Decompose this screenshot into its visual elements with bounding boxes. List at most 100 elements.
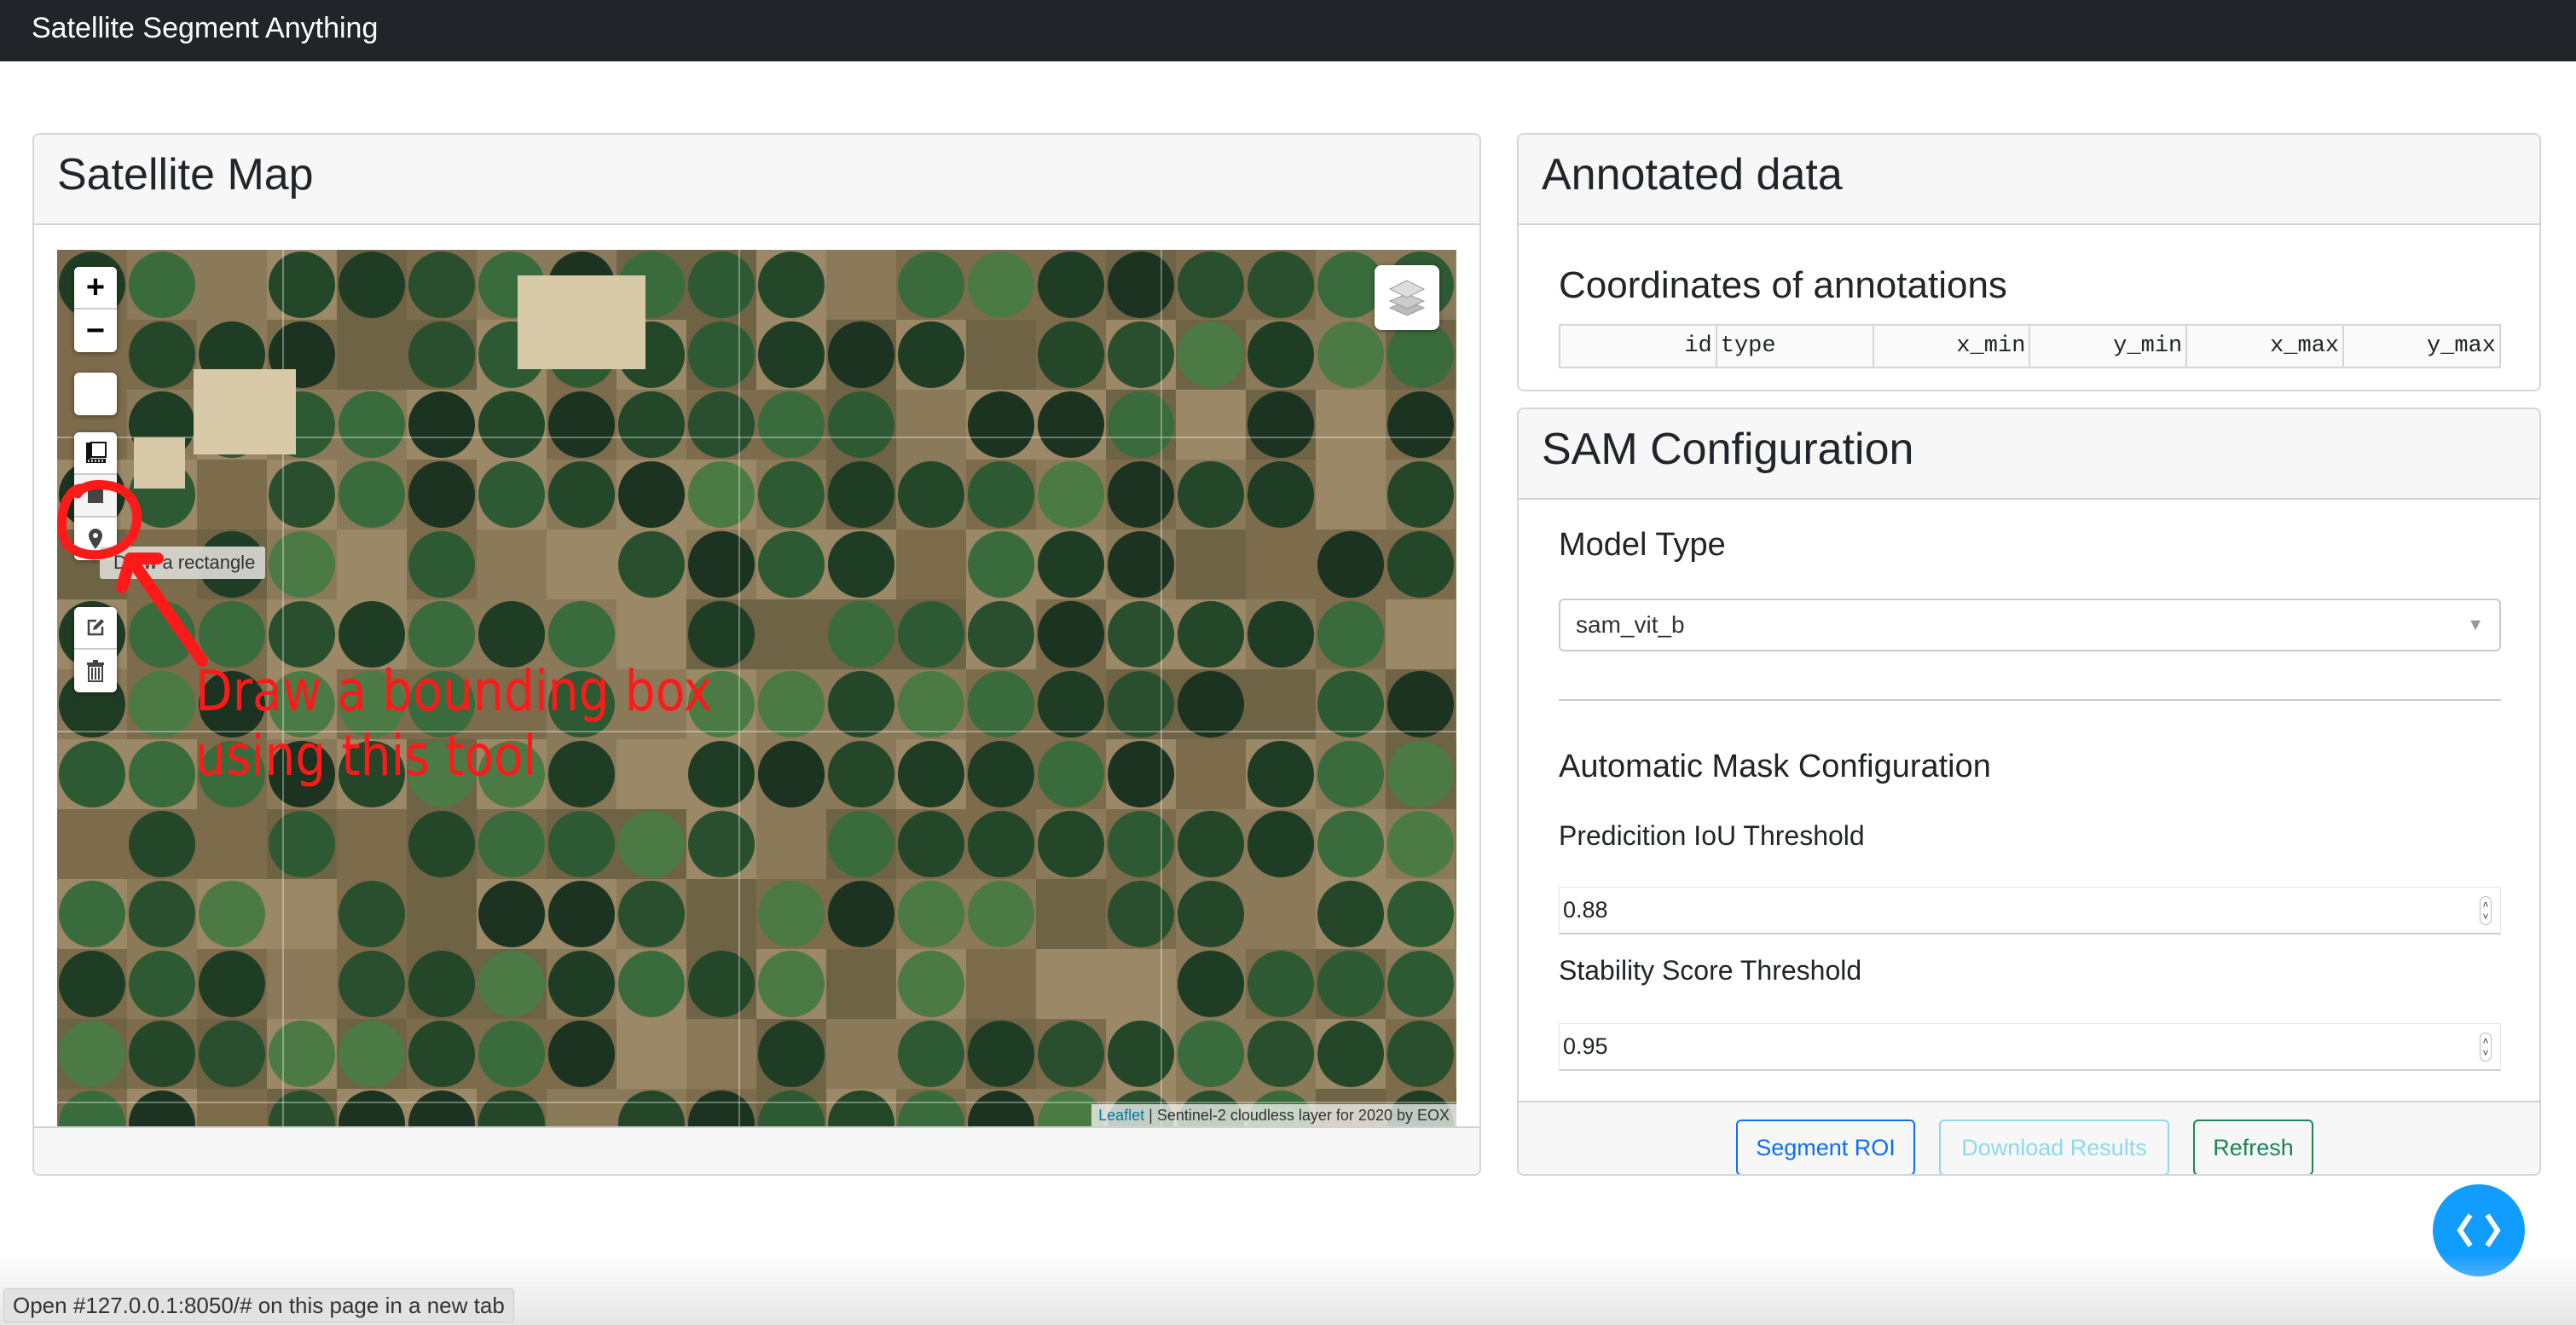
terrain-field <box>896 390 966 460</box>
terrain-field <box>267 949 337 1019</box>
pivot-field <box>968 252 1034 318</box>
pivot-field <box>618 951 685 1017</box>
layers-icon <box>1388 280 1426 316</box>
pivot-field <box>828 601 894 668</box>
col-x-min[interactable]: x_min <box>1872 324 2031 368</box>
facility-area <box>194 369 296 454</box>
terrain-field <box>1386 599 1456 669</box>
code-brackets-icon <box>2457 1213 2501 1247</box>
zoom-in-button[interactable]: + <box>74 267 117 310</box>
pivot-field <box>339 252 405 318</box>
pivot-field <box>968 741 1034 807</box>
pivot-field <box>1108 671 1174 738</box>
pivot-field <box>129 881 195 947</box>
measure-button[interactable] <box>74 432 117 475</box>
pivot-field <box>1178 811 1244 877</box>
col-type[interactable]: type <box>1715 324 1874 368</box>
pivot-field <box>59 1021 125 1087</box>
refresh-button[interactable]: Refresh <box>2193 1120 2313 1174</box>
pivot-field <box>1317 671 1384 738</box>
pivot-field <box>408 811 475 877</box>
col-y-max[interactable]: y_max <box>2342 324 2501 368</box>
terrain-field <box>826 250 896 320</box>
pivot-field <box>1108 531 1174 598</box>
pivot-field <box>129 252 195 318</box>
terrain-field <box>686 1019 756 1089</box>
terrain-field <box>1106 949 1176 1019</box>
terrain-field <box>407 879 477 949</box>
terrain-field <box>267 879 337 949</box>
minus-icon: − <box>85 312 106 349</box>
divider <box>1559 699 2501 701</box>
pivot-field <box>1247 321 1314 388</box>
pivot-field <box>618 461 685 528</box>
stability-threshold-input[interactable]: 0.95 ˄ ˅ <box>1559 1023 2501 1071</box>
model-type-select[interactable]: sam_vit_b ▼ <box>1559 599 2501 651</box>
pivot-field <box>968 461 1034 528</box>
pivot-field <box>968 1021 1034 1087</box>
col-y-min[interactable]: y_min <box>2029 324 2188 368</box>
pivot-field <box>1387 741 1454 807</box>
terrain-field <box>1316 460 1386 529</box>
map-attribution: Leaflet | Sentinel-2 cloudless layer for… <box>1091 1104 1456 1127</box>
pivot-field <box>478 951 545 1017</box>
col-id[interactable]: id <box>1559 324 1717 368</box>
layers-control-button[interactable] <box>1375 265 1439 330</box>
facility-area <box>518 275 645 369</box>
pivot-field <box>59 951 125 1017</box>
pivot-field <box>688 321 755 388</box>
stability-threshold-label: Stability Score Threshold <box>1559 955 1862 986</box>
map-card-footer <box>34 1126 1479 1174</box>
pivot-field <box>1247 951 1314 1017</box>
pivot-field <box>688 461 755 528</box>
pivot-field <box>1108 252 1174 318</box>
leaflet-link[interactable]: Leaflet <box>1098 1107 1144 1124</box>
pivot-field <box>1038 741 1104 807</box>
stability-spinner[interactable]: ˄ ˅ <box>2480 1032 2492 1062</box>
pivot-field <box>758 951 825 1017</box>
pivot-field <box>758 252 825 318</box>
pivot-field <box>968 811 1034 877</box>
map-card-title: Satellite Map <box>57 150 314 200</box>
pivot-field <box>339 951 405 1017</box>
sam-card-header: SAM Configuration <box>1519 409 2539 500</box>
pivot-field <box>478 391 545 458</box>
iou-spinner[interactable]: ˄ ˅ <box>2480 895 2492 925</box>
empty-control[interactable] <box>74 373 117 415</box>
segment-roi-button[interactable]: Segment ROI <box>1736 1120 1915 1174</box>
pivot-field <box>1247 811 1314 877</box>
iou-threshold-value: 0.88 <box>1563 897 1608 923</box>
pivot-field <box>1108 461 1174 528</box>
map-card-header: Satellite Map <box>34 135 1479 225</box>
pivot-field <box>129 951 195 1017</box>
pivot-field <box>408 391 475 458</box>
zoom-out-button[interactable]: − <box>74 310 117 352</box>
pivot-field <box>1247 252 1314 318</box>
spin-down-icon: ˅ <box>2482 1046 2489 1059</box>
satellite-map[interactable]: + − Draw a rectangle Draw a bounding box… <box>57 250 1456 1127</box>
pivot-field <box>688 531 755 598</box>
sam-card-title: SAM Configuration <box>1542 425 1914 474</box>
pivot-field <box>1038 531 1104 598</box>
pivot-field <box>1317 881 1384 947</box>
terrain-field <box>896 529 966 599</box>
pivot-field <box>1178 252 1244 318</box>
iou-threshold-input[interactable]: 0.88 ˄ ˅ <box>1559 887 2501 934</box>
pivot-field <box>1317 951 1384 1017</box>
col-x-max[interactable]: x_max <box>2185 324 2345 368</box>
pivot-field <box>1387 811 1454 877</box>
pivot-field <box>269 252 335 318</box>
pivot-field <box>618 881 685 947</box>
pivot-field <box>1178 601 1244 668</box>
app-brand[interactable]: Satellite Segment Anything <box>32 12 378 45</box>
pivot-field <box>898 811 964 877</box>
iou-threshold-label: Predicition IoU Threshold <box>1559 820 1865 851</box>
pivot-field <box>199 881 265 947</box>
pivot-field <box>758 461 825 528</box>
pivot-field <box>1247 461 1314 528</box>
terrain-field <box>966 320 1036 390</box>
download-results-button[interactable]: Download Results <box>1939 1120 2169 1174</box>
pivot-field <box>1247 601 1314 668</box>
terrain-field <box>337 529 407 599</box>
pivot-field <box>408 461 475 528</box>
